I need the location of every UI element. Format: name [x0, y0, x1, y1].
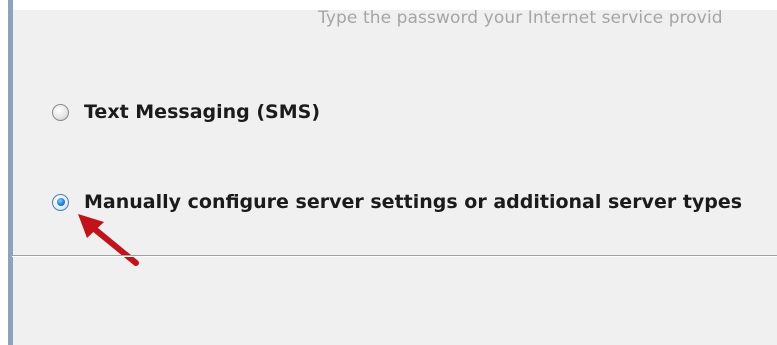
sms-option-label[interactable]: Text Messaging (SMS)	[84, 101, 320, 123]
sms-radio-button[interactable]	[52, 103, 69, 121]
left-window-border	[8, 0, 13, 345]
separator-highlight	[12, 256, 777, 257]
manual-config-radio-button[interactable]	[52, 193, 69, 211]
password-hint-text: Type the password your Internet service …	[318, 8, 723, 28]
manual-config-option[interactable]: Manually configure server settings or ad…	[52, 187, 742, 217]
account-setup-dialog: Type the password your Internet service …	[0, 0, 777, 345]
manual-config-option-label[interactable]: Manually configure server settings or ad…	[84, 191, 742, 213]
red-arrow-annotation	[78, 214, 139, 266]
sms-option[interactable]: Text Messaging (SMS)	[52, 97, 320, 127]
